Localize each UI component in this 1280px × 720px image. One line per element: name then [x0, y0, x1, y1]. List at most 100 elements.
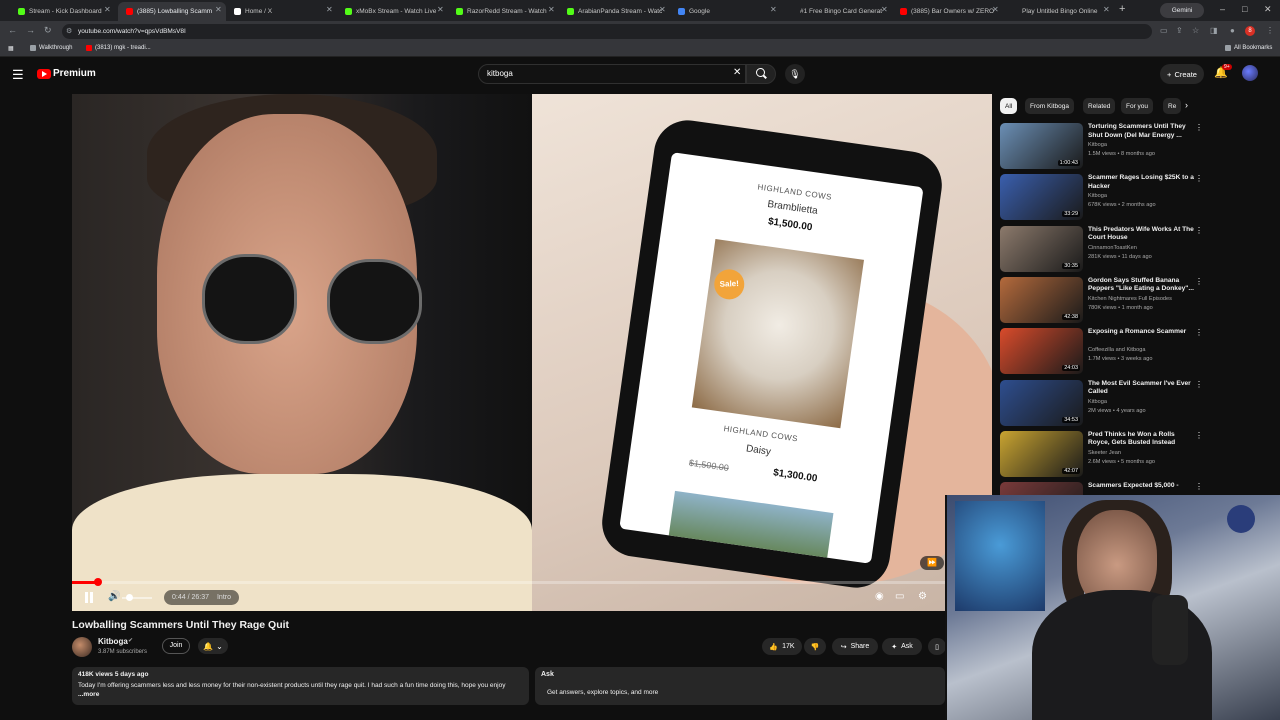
account-avatar[interactable]	[1242, 65, 1258, 81]
cast-icon[interactable]: ▭	[1160, 26, 1168, 35]
maximize-icon[interactable]: □	[1242, 4, 1247, 14]
recommended-video[interactable]: 42:07 Pred Thinks he Won a Rolls Royce, G…	[1000, 430, 1205, 479]
close-tab-icon[interactable]: ✕	[992, 5, 999, 14]
extension-badge[interactable]: 8	[1245, 26, 1255, 36]
video-thumbnail[interactable]: 34:53	[1000, 379, 1083, 426]
recommended-video-title[interactable]: The Most Evil Scammer I've Ever Called	[1088, 380, 1196, 397]
browser-tab[interactable]: Google	[670, 2, 778, 21]
browser-tab[interactable]: (3885) Bar Owners w/ ZERO	[892, 2, 1000, 21]
recommended-video-title[interactable]: Scammers Expected $5,000 -	[1088, 482, 1196, 491]
description-more-link[interactable]: ...more	[78, 691, 99, 698]
video-thumbnail[interactable]: 1:00:43	[1000, 123, 1083, 169]
video-player[interactable]: HIGHLAND COWS Bramblietta $1,500.00 Sale…	[72, 94, 992, 611]
browser-tab[interactable]: Home / X	[226, 2, 334, 21]
recommended-video-title[interactable]: This Predators Wife Works At The Court H…	[1088, 226, 1196, 243]
reload-icon[interactable]: ↻	[44, 25, 52, 36]
join-button[interactable]: Join	[162, 638, 190, 654]
close-tab-icon[interactable]: ✕	[659, 5, 666, 14]
share-page-icon[interactable]: ⇪	[1176, 26, 1183, 35]
more-options-icon[interactable]: ⋮	[1195, 277, 1203, 286]
site-info-icon[interactable]: ⚙	[66, 27, 72, 35]
search-input[interactable]: kitboga	[478, 64, 746, 84]
recommended-video-channel[interactable]: Kitboga	[1088, 399, 1198, 405]
chip-from-kitboga[interactable]: From Kitboga	[1025, 98, 1075, 114]
browser-tab[interactable]: Play Untitled Bingo Online	[1014, 2, 1114, 21]
subscription-bell-button[interactable]: 🔔 ⌄	[198, 638, 228, 654]
recommended-video-title[interactable]: Gordon Says Stuffed Banana Peppers "Like…	[1088, 277, 1196, 294]
more-options-icon[interactable]: ⋮	[1195, 328, 1203, 337]
url-field[interactable]: youtube.com/watch?v=qpsVdBMsV8I	[62, 24, 1152, 39]
more-options-icon[interactable]: ⋮	[1195, 226, 1203, 235]
voice-search-icon[interactable]: 🎙	[785, 64, 805, 84]
video-thumbnail[interactable]: 30:35	[1000, 225, 1083, 272]
browser-tab[interactable]: ArabianPanda Stream - Watc	[559, 2, 667, 21]
forward-icon[interactable]: →	[26, 25, 35, 35]
browser-menu-icon[interactable]: ⋮	[1266, 26, 1274, 35]
subtitles-icon[interactable]: ▭	[895, 591, 904, 602]
bookmark-item[interactable]: Walkthrough	[30, 45, 72, 51]
recommended-video-channel[interactable]: CinnamonToastKen	[1088, 245, 1198, 251]
extensions-icon[interactable]: ◨	[1210, 26, 1218, 35]
more-options-icon[interactable]: ⋮	[1195, 431, 1203, 440]
ask-suggestion-chip[interactable]: Get answers, explore topics, and more	[541, 686, 664, 700]
chevron-right-icon[interactable]: ›	[1185, 100, 1188, 110]
more-options-icon[interactable]: ⋮	[1195, 482, 1203, 491]
chip-for-you[interactable]: For you	[1121, 98, 1154, 114]
recommended-video[interactable]: 24:03 Exposing a Romance Scammer Coffeezil…	[1000, 328, 1205, 376]
video-thumbnail[interactable]: 42:38	[1000, 276, 1083, 323]
close-tab-icon[interactable]: ✕	[437, 5, 444, 14]
close-tab-icon[interactable]: ✕	[326, 5, 333, 14]
volume-icon[interactable]: 🔊	[108, 591, 120, 602]
recommended-video-channel[interactable]: Coffeezilla and Kitboga	[1088, 347, 1198, 353]
close-window-icon[interactable]: ✕	[1264, 4, 1272, 15]
minimize-icon[interactable]: –	[1220, 4, 1225, 14]
browser-tab[interactable]: #1 Free Bingo Card Generat	[792, 2, 892, 21]
bookmark-item[interactable]: (3813) mgk - treadi...	[86, 45, 151, 51]
chip-related[interactable]: Related	[1083, 98, 1116, 114]
create-button[interactable]: + Create	[1160, 64, 1204, 84]
gemini-button[interactable]: Gemini	[1160, 3, 1204, 18]
bookmark-star-icon[interactable]: ☆	[1192, 26, 1199, 35]
recommended-video-channel[interactable]: Kitchen Nightmares Full Episodes	[1088, 296, 1198, 302]
recommended-video-title[interactable]: Pred Thinks he Won a Rolls Royce, Gets B…	[1088, 431, 1196, 448]
close-tab-icon[interactable]: ✕	[1103, 5, 1110, 14]
recommended-video[interactable]: 1:00:43 Torturing Scammers Until They Shu…	[1000, 123, 1205, 171]
share-button[interactable]: ↪ Share	[832, 638, 878, 655]
chip-all[interactable]: All	[1000, 98, 1018, 114]
progress-scrubber[interactable]	[93, 578, 102, 586]
channel-avatar[interactable]	[72, 637, 92, 657]
browser-tab-active[interactable]: (3885) Lowballing Scamm	[118, 2, 226, 21]
dislike-button[interactable]: 👎	[804, 638, 826, 655]
ask-button[interactable]: ✦ Ask	[882, 638, 922, 655]
recommended-video[interactable]: 33:29 Scammer Rages Losing $25K to a Hack…	[1000, 174, 1205, 222]
like-button[interactable]: 👍 17K	[762, 638, 802, 655]
autoplay-toggle-icon[interactable]: ◉	[875, 591, 884, 602]
close-tab-icon[interactable]: ✕	[215, 5, 222, 14]
progress-bar[interactable]	[72, 581, 992, 584]
ask-panel[interactable]: Ask Get answers, explore topics, and mor…	[535, 667, 945, 705]
logo-text[interactable]: Premium	[53, 68, 96, 79]
save-button[interactable]: ▯	[928, 638, 946, 655]
video-thumbnail[interactable]: 24:03	[1000, 328, 1083, 375]
settings-gear-icon[interactable]: ⚙	[918, 591, 927, 602]
youtube-logo-icon[interactable]	[37, 69, 51, 79]
recommended-video-channel[interactable]: Kitboga	[1088, 142, 1198, 148]
apps-icon[interactable]: ▦	[8, 45, 14, 52]
recommended-video-channel[interactable]: Skeeter Jean	[1088, 450, 1198, 456]
browser-tab[interactable]: Stream - Kick Dashboard	[10, 2, 118, 21]
browser-tab[interactable]: xMoBx Stream - Watch Live	[337, 2, 445, 21]
more-options-icon[interactable]: ⋮	[1195, 123, 1203, 132]
search-icon[interactable]	[756, 68, 765, 77]
menu-icon[interactable]: ☰	[12, 67, 24, 83]
all-bookmarks[interactable]: All Bookmarks	[1225, 45, 1272, 51]
recommended-video-title[interactable]: Exposing a Romance Scammer	[1088, 328, 1196, 337]
clear-search-icon[interactable]: ✕	[733, 67, 741, 78]
description-box[interactable]: 418K views 5 days ago Today I'm offering…	[72, 667, 529, 705]
close-tab-icon[interactable]: ✕	[881, 5, 888, 14]
volume-knob[interactable]	[126, 594, 133, 601]
channel-name[interactable]: Kitboga	[98, 637, 128, 646]
skip-forward-icon[interactable]: ⏩	[920, 556, 944, 570]
new-tab-icon[interactable]: +	[1119, 3, 1125, 15]
video-thumbnail[interactable]: 42:07	[1000, 430, 1083, 477]
recommended-video-title[interactable]: Scammer Rages Losing $25K to a Hacker	[1088, 174, 1196, 191]
